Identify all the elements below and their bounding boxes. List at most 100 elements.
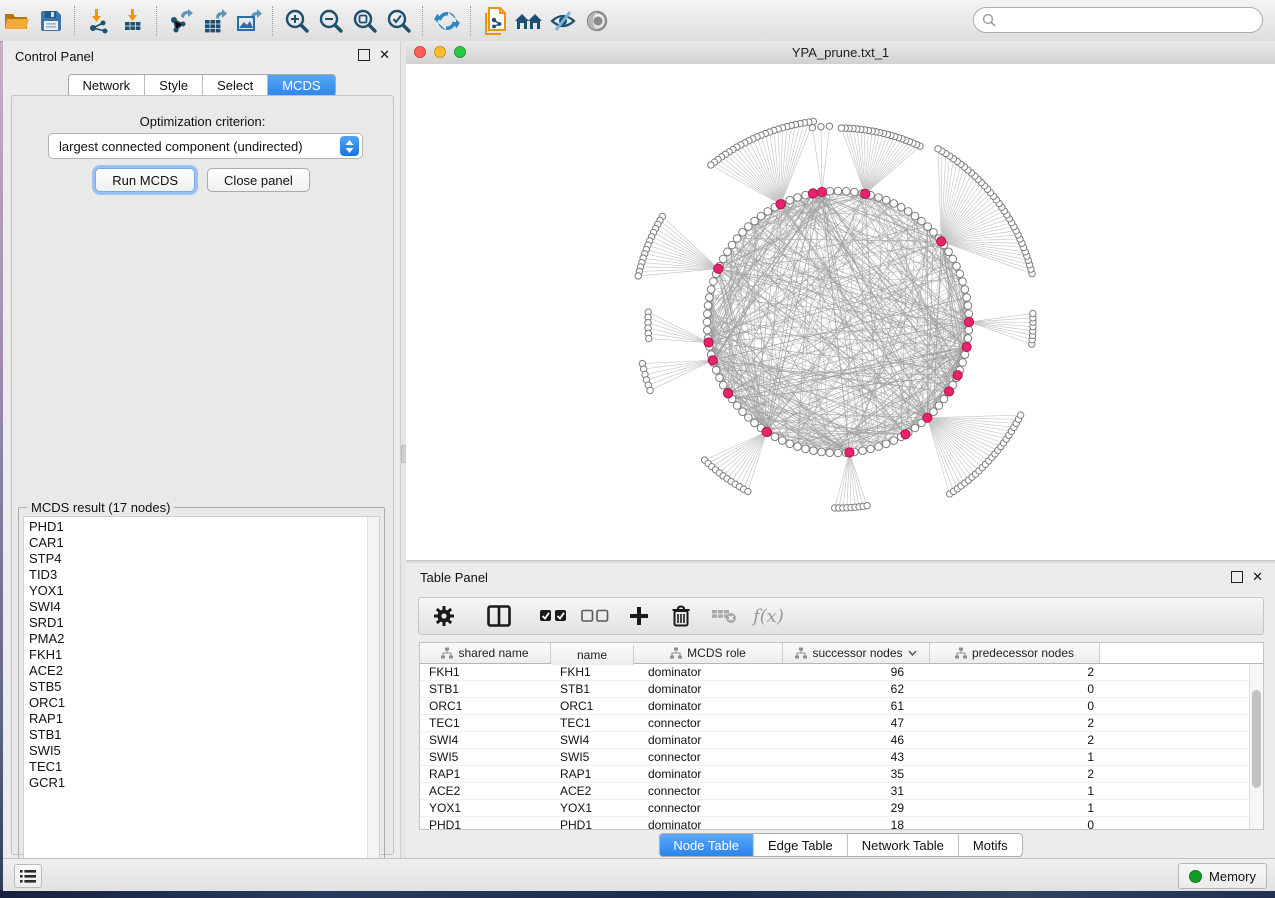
- tab-motifs[interactable]: Motifs: [959, 834, 1022, 856]
- zoom-out-button[interactable]: [314, 5, 348, 37]
- show-graphics-details-button[interactable]: [580, 5, 614, 37]
- table-cell[interactable]: SWI5: [420, 749, 551, 765]
- table-cell[interactable]: 2: [930, 664, 1100, 680]
- node-table[interactable]: shared name name MCDS role successor nod…: [419, 642, 1264, 830]
- table-cell[interactable]: SWI5: [551, 749, 634, 765]
- list-item[interactable]: YOX1: [24, 583, 367, 599]
- column-panel-button[interactable]: [487, 603, 511, 629]
- table-cell[interactable]: RAP1: [420, 766, 551, 782]
- table-row[interactable]: SWI5SWI5connector431: [420, 749, 1250, 766]
- mcds-list-scrollbar[interactable]: [367, 517, 379, 875]
- table-cell[interactable]: connector: [634, 749, 783, 765]
- table-cell[interactable]: connector: [634, 800, 783, 816]
- list-item[interactable]: SWI5: [24, 743, 367, 759]
- tab-node-table[interactable]: Node Table: [659, 834, 754, 856]
- column-header-successor-nodes[interactable]: successor nodes: [783, 643, 930, 663]
- column-header-mcds-role[interactable]: MCDS role: [634, 643, 783, 663]
- table-cell[interactable]: 1: [930, 783, 1100, 799]
- list-item[interactable]: TID3: [24, 567, 367, 583]
- table-cell[interactable]: ACE2: [551, 783, 634, 799]
- table-cell[interactable]: ORC1: [551, 698, 634, 714]
- table-cell[interactable]: 62: [783, 681, 930, 697]
- table-cell[interactable]: dominator: [634, 732, 783, 748]
- close-panel-icon[interactable]: ✕: [379, 50, 390, 60]
- list-item[interactable]: STB1: [24, 727, 367, 743]
- add-column-button[interactable]: [629, 603, 649, 629]
- table-cell[interactable]: 31: [783, 783, 930, 799]
- delete-column-button[interactable]: [671, 603, 691, 629]
- list-item[interactable]: STB5: [24, 679, 367, 695]
- table-cell[interactable]: ACE2: [420, 783, 551, 799]
- criterion-select[interactable]: largest connected component (undirected): [48, 133, 363, 159]
- table-cell[interactable]: 46: [783, 732, 930, 748]
- table-row[interactable]: TEC1TEC1connector472: [420, 715, 1250, 732]
- search-field[interactable]: [973, 7, 1263, 33]
- table-cell[interactable]: YOX1: [551, 800, 634, 816]
- tab-mcds[interactable]: MCDS: [268, 75, 334, 96]
- list-item[interactable]: PMA2: [24, 631, 367, 647]
- zoom-fit-button[interactable]: [348, 5, 382, 37]
- zoom-in-button[interactable]: [280, 5, 314, 37]
- table-cell[interactable]: 1: [930, 800, 1100, 816]
- table-cell[interactable]: STB1: [551, 681, 634, 697]
- table-row[interactable]: ORC1ORC1dominator610: [420, 698, 1250, 715]
- mcds-result-list[interactable]: PHD1CAR1STP4TID3YOX1SWI4SRD1PMA2FKH1ACE2…: [23, 516, 380, 876]
- column-header-predecessor-nodes[interactable]: predecessor nodes: [930, 643, 1100, 663]
- column-header-shared-name[interactable]: shared name: [420, 643, 551, 663]
- tab-network-table[interactable]: Network Table: [848, 834, 959, 856]
- table-cell[interactable]: PHD1: [420, 817, 551, 830]
- table-cell[interactable]: SWI4: [551, 732, 634, 748]
- table-cell[interactable]: 35: [783, 766, 930, 782]
- close-table-panel-icon[interactable]: ✕: [1252, 572, 1263, 582]
- list-item[interactable]: SWI4: [24, 599, 367, 615]
- table-cell[interactable]: TEC1: [551, 715, 634, 731]
- table-cell[interactable]: dominator: [634, 681, 783, 697]
- column-header-name[interactable]: name: [551, 645, 634, 665]
- table-cell[interactable]: 96: [783, 664, 930, 680]
- table-cell[interactable]: 0: [930, 698, 1100, 714]
- houses-button[interactable]: [512, 5, 546, 37]
- table-row[interactable]: PHD1PHD1dominator180: [420, 817, 1250, 830]
- table-cell[interactable]: TEC1: [420, 715, 551, 731]
- table-cell[interactable]: dominator: [634, 664, 783, 680]
- run-mcds-button[interactable]: Run MCDS: [95, 168, 195, 192]
- export-image-button[interactable]: [232, 5, 266, 37]
- network-from-document-button[interactable]: [478, 5, 512, 37]
- table-cell[interactable]: 2: [930, 715, 1100, 731]
- import-table-button[interactable]: [116, 5, 150, 37]
- list-item[interactable]: RAP1: [24, 711, 367, 727]
- table-cell[interactable]: SWI4: [420, 732, 551, 748]
- tab-style[interactable]: Style: [145, 75, 203, 96]
- network-view[interactable]: [406, 64, 1275, 560]
- table-cell[interactable]: ORC1: [420, 698, 551, 714]
- list-item[interactable]: ACE2: [24, 663, 367, 679]
- tab-network[interactable]: Network: [68, 75, 145, 96]
- table-cell[interactable]: 0: [930, 817, 1100, 830]
- table-cell[interactable]: YOX1: [420, 800, 551, 816]
- select-all-button[interactable]: [539, 603, 567, 629]
- table-row[interactable]: SWI4SWI4dominator462: [420, 732, 1250, 749]
- table-cell[interactable]: FKH1: [551, 664, 634, 680]
- function-builder-button[interactable]: f(x): [751, 606, 784, 627]
- list-item[interactable]: PHD1: [24, 519, 367, 535]
- table-cell[interactable]: dominator: [634, 817, 783, 830]
- table-row[interactable]: ACE2ACE2connector311: [420, 783, 1250, 800]
- export-network-button[interactable]: [164, 5, 198, 37]
- list-item[interactable]: TEC1: [24, 759, 367, 775]
- table-row[interactable]: FKH1FKH1dominator962: [420, 664, 1250, 681]
- table-settings-button[interactable]: [433, 603, 455, 629]
- table-scrollbar-thumb[interactable]: [1252, 690, 1261, 788]
- table-cell[interactable]: connector: [634, 715, 783, 731]
- tab-edge-table[interactable]: Edge Table: [754, 834, 848, 856]
- list-item[interactable]: SRD1: [24, 615, 367, 631]
- list-item[interactable]: CAR1: [24, 535, 367, 551]
- table-scrollbar[interactable]: [1249, 664, 1263, 829]
- table-cell[interactable]: connector: [634, 783, 783, 799]
- open-session-button[interactable]: [0, 5, 34, 37]
- zoom-selected-button[interactable]: [382, 5, 416, 37]
- table-cell[interactable]: dominator: [634, 766, 783, 782]
- search-input[interactable]: [1001, 12, 1254, 29]
- table-row[interactable]: YOX1YOX1connector291: [420, 800, 1250, 817]
- table-row[interactable]: STB1STB1dominator620: [420, 681, 1250, 698]
- table-cell[interactable]: PHD1: [551, 817, 634, 830]
